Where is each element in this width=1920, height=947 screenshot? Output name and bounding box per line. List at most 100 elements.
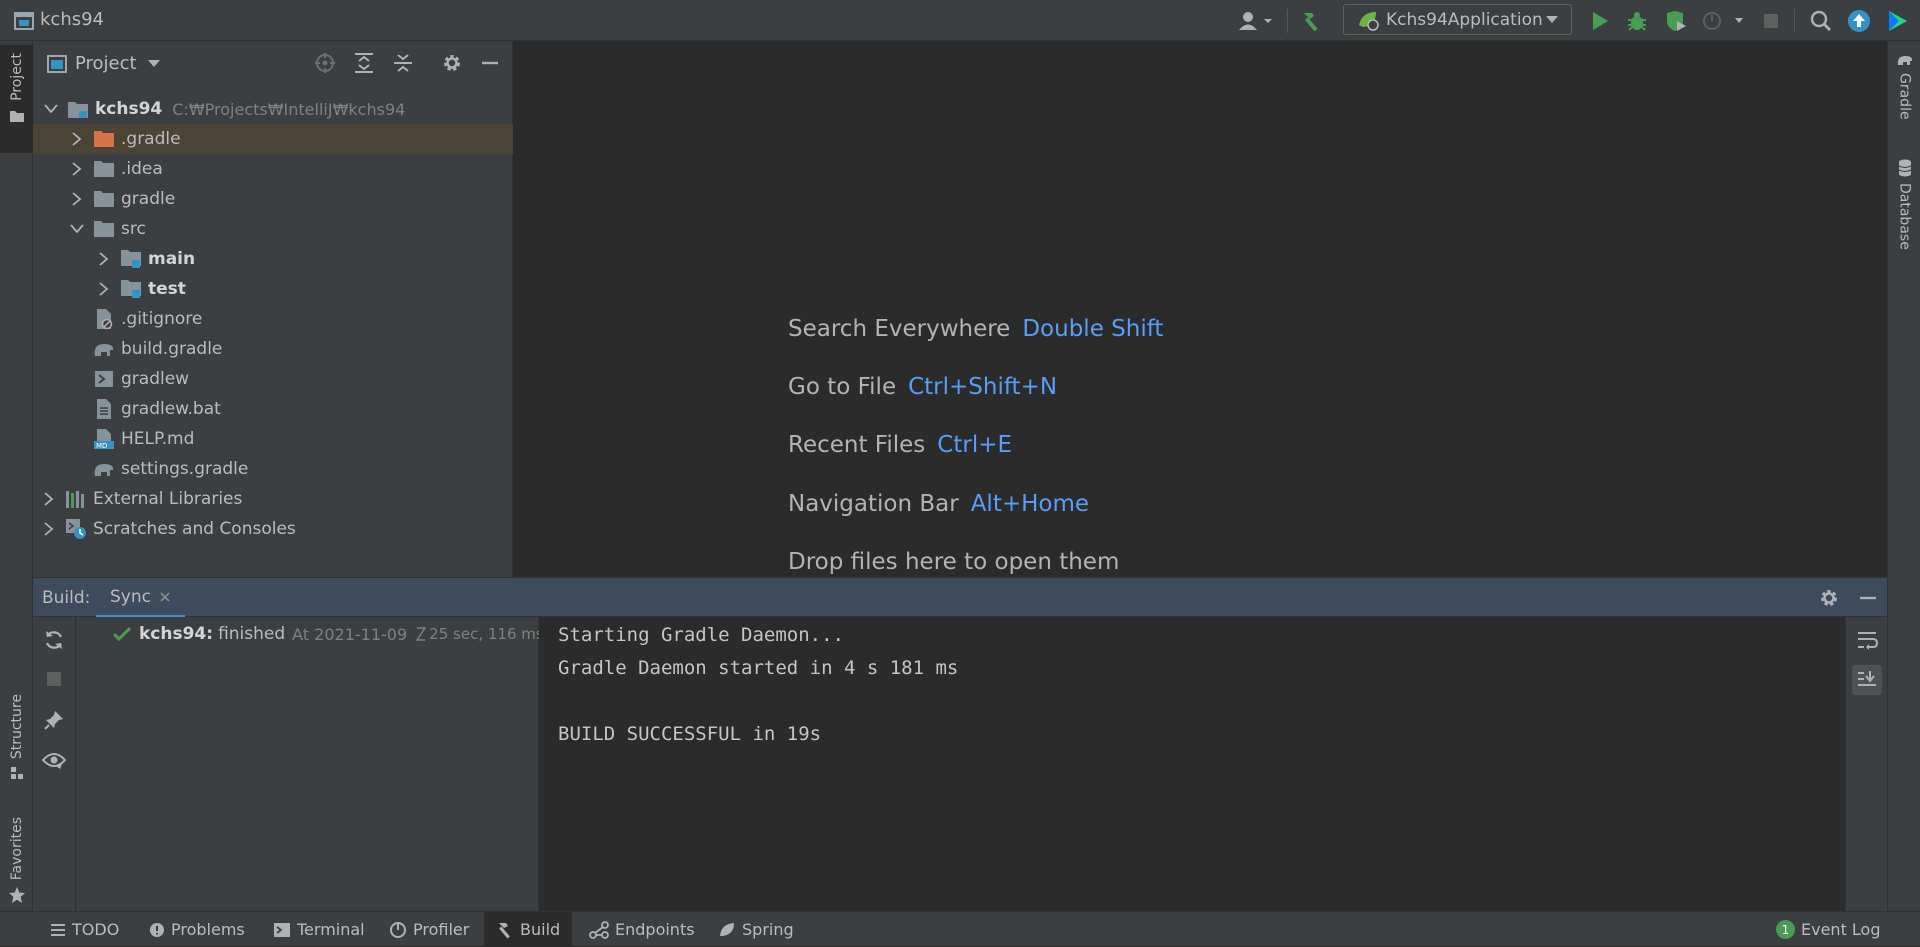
project-view-icon — [47, 54, 67, 73]
account-button[interactable] — [1236, 7, 1276, 34]
hint-shortcut[interactable]: Double Shift — [1022, 316, 1163, 342]
project-view-selector[interactable]: Project — [75, 53, 137, 74]
status-event-log[interactable]: 1 Event Log — [1772, 912, 1885, 947]
chevron-right-icon[interactable] — [39, 519, 59, 539]
collapse-all-icon[interactable] — [392, 52, 414, 74]
sync-icon[interactable] — [43, 629, 65, 651]
tree-item-gradle[interactable]: gradle — [33, 184, 547, 214]
tree-item-label: .gitignore — [121, 309, 203, 329]
database-icon — [1897, 159, 1913, 177]
status-build[interactable]: Build — [484, 912, 573, 947]
shell-file-icon — [93, 368, 115, 390]
status-profiler[interactable]: Profiler — [385, 912, 473, 947]
console-toolbar — [1845, 617, 1887, 911]
eye-icon[interactable] — [42, 750, 66, 770]
tree-item-build-gradle[interactable]: build.gradle — [33, 334, 573, 364]
hide-panel-icon[interactable] — [1858, 587, 1878, 609]
status-terminal[interactable]: Terminal — [269, 912, 369, 947]
hint-shortcut[interactable]: Alt+Home — [971, 491, 1089, 517]
database-tool-tab[interactable]: Database — [1888, 159, 1920, 299]
chevron-right-icon[interactable] — [67, 159, 87, 179]
pin-icon[interactable] — [43, 709, 65, 731]
build-console-output[interactable]: Starting Gradle Daemon... Gradle Daemon … — [539, 617, 1845, 911]
gear-icon[interactable] — [1818, 587, 1840, 609]
folder-icon — [93, 158, 115, 180]
tree-item-settings-gradle[interactable]: settings.gradle — [33, 454, 573, 484]
tree-item-dot-gradle[interactable]: .gradle — [33, 124, 547, 154]
favorites-tool-tab[interactable]: Favorites — [0, 799, 33, 904]
tree-item-src[interactable]: src — [33, 214, 547, 244]
status-todo[interactable]: TODO — [46, 912, 123, 947]
status-item-label: Event Log — [1801, 920, 1881, 939]
tree-item-label: gradlew.bat — [121, 399, 221, 419]
shield-coverage-icon — [1667, 10, 1686, 31]
status-problems[interactable]: Problems — [145, 912, 249, 947]
chevron-right-icon[interactable] — [67, 189, 87, 209]
window-title: kchs94 — [40, 9, 105, 30]
chevron-down-icon[interactable] — [67, 219, 87, 239]
chevron-down-icon[interactable] — [41, 99, 61, 119]
tree-item-gradlew-bat[interactable]: gradlew.bat — [33, 394, 573, 424]
tree-item-label: main — [148, 249, 196, 269]
console-line: BUILD SUCCESSFUL in 19s — [558, 723, 822, 745]
gradle-elephant-icon — [1896, 53, 1914, 67]
test-folder-icon — [120, 278, 142, 300]
chevron-right-icon[interactable] — [94, 249, 114, 269]
hint-recent-files: Recent Files Ctrl+E — [788, 432, 1012, 458]
run-configuration-selector[interactable]: Kchs94Application — [1343, 4, 1572, 35]
tree-item-test[interactable]: test — [33, 274, 574, 304]
structure-tool-tab[interactable]: Structure — [0, 671, 33, 781]
hint-shortcut[interactable]: Ctrl+E — [937, 432, 1012, 458]
event-log-badge: 1 — [1776, 920, 1795, 939]
build-result-status: finished — [218, 624, 286, 644]
chevron-right-icon[interactable] — [67, 129, 87, 149]
bug-icon — [1628, 11, 1646, 31]
tab-sync[interactable]: Sync — [96, 578, 185, 618]
tree-item-external-libraries[interactable]: External Libraries — [33, 484, 519, 514]
tree-item-gitignore[interactable]: .gitignore — [33, 304, 573, 334]
soft-wrap-icon[interactable] — [1856, 629, 1878, 651]
run-button[interactable] — [1586, 7, 1614, 34]
build-result-row[interactable]: kchs94: finished At 2021-11-09 25 sec, 1… — [113, 617, 544, 651]
gear-icon[interactable] — [441, 52, 463, 74]
stop-icon[interactable] — [46, 671, 62, 687]
folder-icon — [93, 188, 115, 210]
stop-button[interactable] — [1760, 7, 1782, 34]
project-tool-window: Project kchs94 C:₩Projects₩IntelliJ₩kchs… — [33, 41, 547, 577]
chevron-right-icon[interactable] — [94, 279, 114, 299]
hint-shortcut[interactable]: Ctrl+Shift+N — [908, 374, 1057, 400]
close-icon[interactable] — [159, 591, 171, 603]
upload-arrow-icon — [1848, 9, 1870, 32]
build-project-button[interactable] — [1297, 7, 1327, 34]
project-tool-tab[interactable]: Project — [0, 45, 33, 153]
profiler-icon — [389, 921, 407, 939]
tree-item-root[interactable]: kchs94 C:₩Projects₩IntelliJ₩kchs94 — [33, 94, 521, 124]
chevron-down-icon[interactable] — [147, 59, 161, 69]
gradle-tool-tab-label: Gradle — [1896, 73, 1913, 120]
locate-file-icon[interactable] — [314, 52, 336, 74]
jetbrains-toolbox-button[interactable] — [1884, 7, 1912, 34]
hint-label: Drop files here to open them — [788, 549, 1120, 575]
endpoints-icon — [589, 920, 609, 939]
tree-item-gradlew[interactable]: gradlew — [33, 364, 573, 394]
svg-text:MD: MD — [96, 442, 107, 450]
search-everywhere-button[interactable] — [1808, 7, 1834, 34]
tree-item-idea[interactable]: .idea — [33, 154, 547, 184]
tree-item-scratches[interactable]: Scratches and Consoles — [33, 514, 519, 544]
hide-panel-icon[interactable] — [480, 52, 500, 74]
status-spring[interactable]: Spring — [714, 912, 798, 947]
profiler-icon — [1703, 11, 1743, 30]
run-with-coverage-button[interactable] — [1662, 7, 1690, 34]
tree-item-help-md[interactable]: MD HELP.md — [33, 424, 573, 454]
update-button[interactable] — [1846, 7, 1872, 34]
debug-button[interactable] — [1623, 7, 1651, 34]
scroll-to-end-icon[interactable] — [1852, 665, 1882, 695]
tree-item-main[interactable]: main — [33, 244, 574, 274]
tree-item-label: HELP.md — [121, 429, 195, 449]
chevron-right-icon[interactable] — [39, 489, 59, 509]
expand-all-icon[interactable] — [353, 52, 375, 74]
spring-leaf-icon — [718, 921, 736, 939]
status-endpoints[interactable]: Endpoints — [585, 912, 699, 947]
gradle-tool-tab[interactable]: Gradle — [1888, 53, 1920, 149]
profile-button[interactable] — [1701, 7, 1747, 34]
